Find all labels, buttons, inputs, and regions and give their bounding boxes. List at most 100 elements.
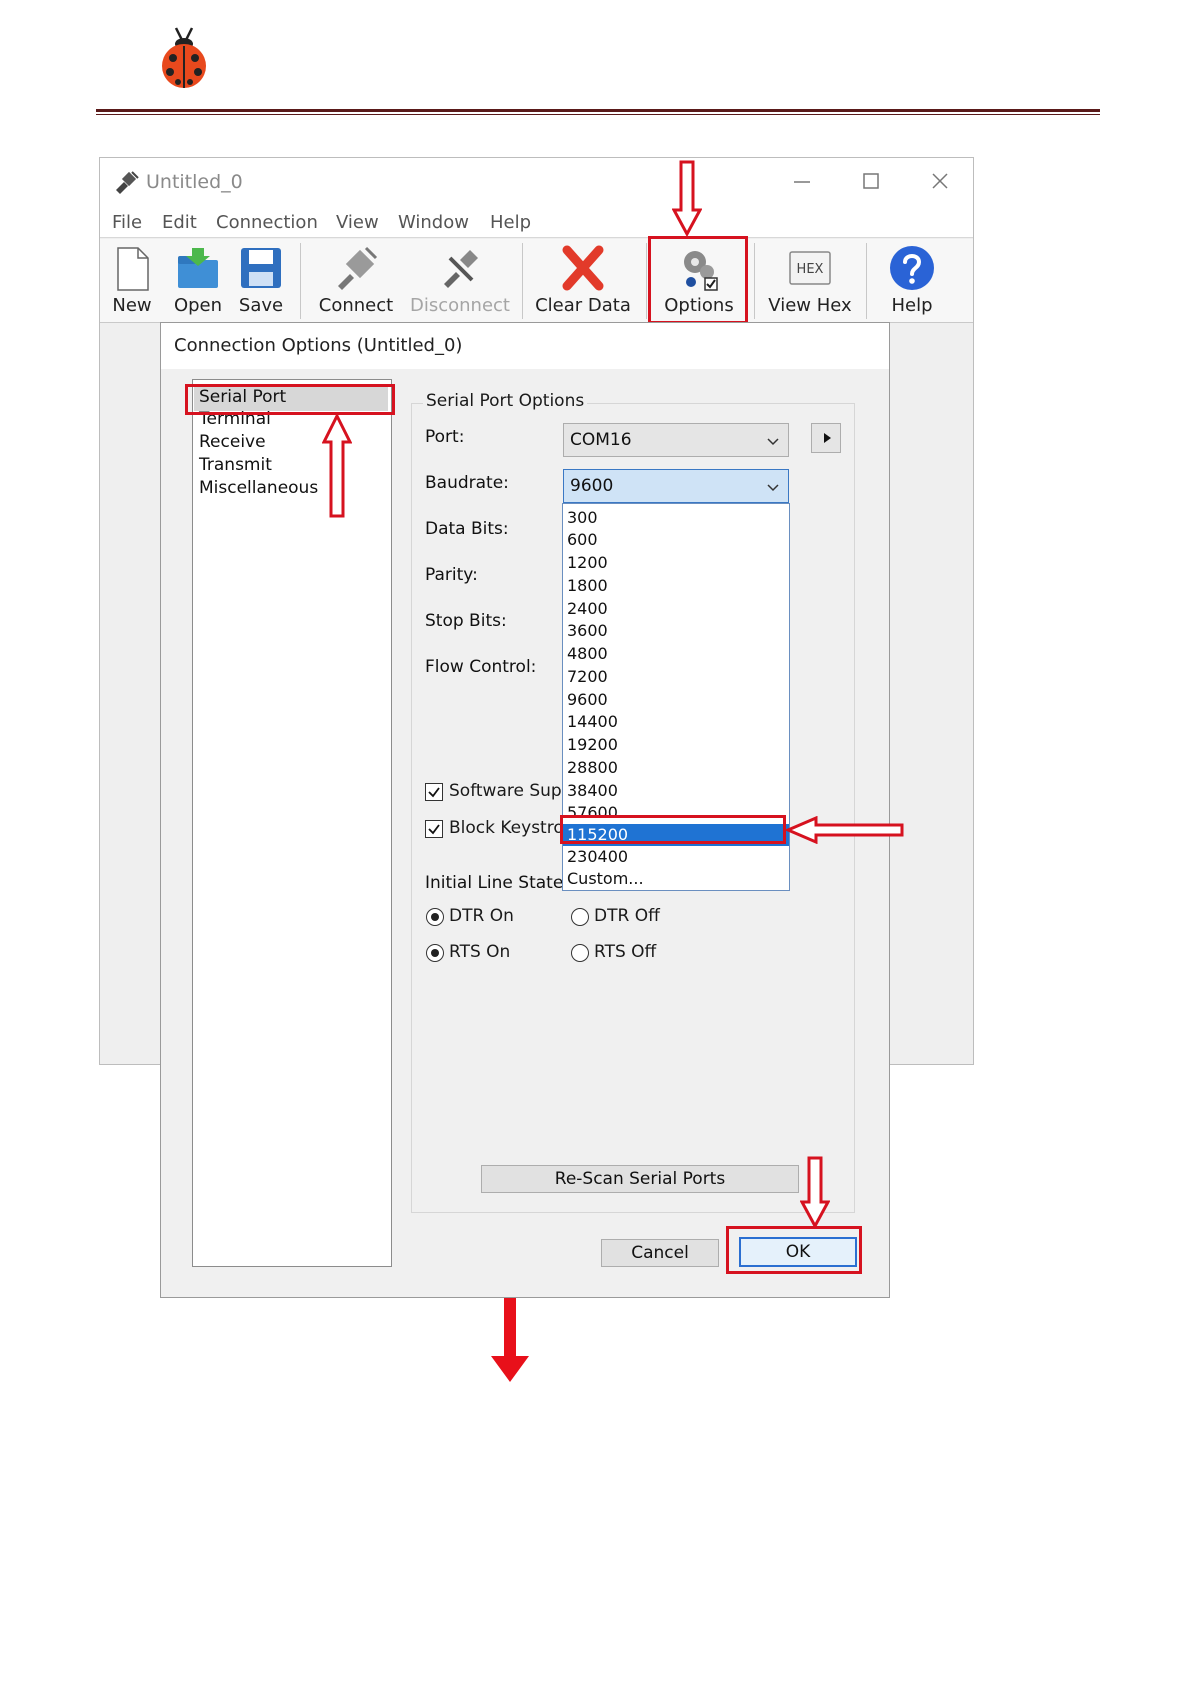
port-menu-button[interactable] bbox=[811, 423, 841, 453]
port-select[interactable]: COM16 bbox=[563, 423, 789, 457]
baud-option-custom[interactable]: Custom... bbox=[563, 868, 789, 890]
minimize-button[interactable] bbox=[780, 164, 824, 200]
new-button[interactable]: New bbox=[102, 239, 162, 323]
baud-option-28800[interactable]: 28800 bbox=[563, 757, 789, 779]
software-supply-label: Software Supp bbox=[449, 781, 573, 801]
options-arrow-icon bbox=[672, 160, 702, 236]
baud-115200-highlight-box bbox=[560, 815, 786, 844]
new-label: New bbox=[112, 295, 152, 316]
ladybug-logo bbox=[162, 27, 206, 88]
checkmark-icon bbox=[428, 787, 440, 798]
dtr-off-radio[interactable] bbox=[571, 908, 589, 926]
plug-app-icon bbox=[116, 171, 139, 194]
toolbar-separator bbox=[522, 243, 523, 319]
menu-help[interactable]: Help bbox=[490, 212, 531, 233]
rescan-serial-ports-button[interactable]: Re-Scan Serial Ports bbox=[481, 1165, 799, 1193]
baud-option-3600[interactable]: 3600 bbox=[563, 620, 789, 642]
help-question-icon bbox=[890, 246, 934, 290]
rts-on-radio[interactable] bbox=[426, 944, 444, 962]
hex-icon-text: HEX bbox=[797, 262, 824, 277]
rts-off-label: RTS Off bbox=[594, 942, 657, 962]
dtr-on-radio[interactable] bbox=[426, 908, 444, 926]
menu-window[interactable]: Window bbox=[398, 212, 469, 233]
view-hex-label: View Hex bbox=[768, 295, 852, 316]
dialog-title: Connection Options (Untitled_0) bbox=[174, 335, 463, 356]
dialog-titlebar[interactable]: Connection Options (Untitled_0) bbox=[161, 323, 889, 369]
baud-option-1800[interactable]: 1800 bbox=[563, 575, 789, 597]
chevron-down-icon bbox=[767, 438, 779, 446]
window-title: Untitled_0 bbox=[146, 171, 243, 193]
options-highlight-box bbox=[648, 236, 748, 324]
baud-option-38400[interactable]: 38400 bbox=[563, 780, 789, 802]
open-label: Open bbox=[173, 295, 223, 316]
baud-option-14400[interactable]: 14400 bbox=[563, 711, 789, 733]
baud-option-2400[interactable]: 2400 bbox=[563, 598, 789, 620]
clear-data-label: Clear Data bbox=[535, 295, 631, 316]
new-document-icon bbox=[117, 247, 149, 291]
baud-option-300[interactable]: 300 bbox=[563, 507, 789, 529]
header-rule bbox=[96, 109, 1100, 112]
port-value: COM16 bbox=[570, 430, 632, 450]
category-transmit[interactable]: Transmit bbox=[199, 455, 272, 475]
help-label: Help bbox=[891, 295, 933, 316]
open-folder-icon bbox=[178, 248, 218, 288]
baud-option-1200[interactable]: 1200 bbox=[563, 552, 789, 574]
header-rule-thin bbox=[96, 114, 1100, 115]
baudrate-select[interactable]: 9600 bbox=[563, 469, 789, 503]
open-button[interactable]: Open bbox=[164, 239, 232, 323]
data-bits-label: Data Bits: bbox=[425, 519, 509, 539]
baud-option-9600[interactable]: 9600 bbox=[563, 689, 789, 711]
rts-off-radio[interactable] bbox=[571, 944, 589, 962]
dtr-on-label: DTR On bbox=[449, 906, 514, 926]
view-hex-button[interactable]: HEX View Hex bbox=[760, 239, 860, 323]
block-keystrokes-checkbox[interactable] bbox=[425, 820, 443, 838]
chevron-down-icon bbox=[767, 484, 779, 492]
block-keystrokes-label: Block Keystro bbox=[449, 818, 564, 838]
baud-option-230400[interactable]: 230400 bbox=[563, 846, 789, 868]
window-titlebar[interactable]: Untitled_0 bbox=[100, 158, 973, 208]
initial-line-states-label: Initial Line States bbox=[425, 873, 573, 893]
port-label: Port: bbox=[425, 427, 465, 447]
serial-port-arrow-icon bbox=[322, 414, 352, 518]
dtr-off-label: DTR Off bbox=[594, 906, 660, 926]
save-label: Save bbox=[238, 295, 284, 316]
ok-arrow-icon bbox=[800, 1156, 830, 1228]
baud-115200-arrow-icon bbox=[786, 816, 904, 844]
connection-options-dialog: Connection Options (Untitled_0) Serial P… bbox=[160, 322, 890, 1298]
clear-data-button[interactable]: Clear Data bbox=[528, 239, 638, 323]
connect-button[interactable]: Connect bbox=[306, 239, 406, 323]
baud-option-600[interactable]: 600 bbox=[563, 529, 789, 551]
menu-view[interactable]: View bbox=[336, 212, 379, 233]
save-floppy-icon bbox=[241, 248, 281, 288]
baud-option-19200[interactable]: 19200 bbox=[563, 734, 789, 756]
ok-highlight-box bbox=[726, 1226, 862, 1274]
category-list: Serial Port Terminal Receive Transmit Mi… bbox=[192, 379, 392, 1267]
baudrate-value: 9600 bbox=[570, 476, 614, 496]
clear-red-x-icon bbox=[562, 245, 604, 291]
serial-port-highlight-box bbox=[185, 384, 395, 415]
plug-connect-icon bbox=[338, 246, 378, 290]
baud-option-7200[interactable]: 7200 bbox=[563, 666, 789, 688]
menu-connection[interactable]: Connection bbox=[216, 212, 318, 233]
plug-disconnect-icon bbox=[444, 250, 478, 288]
close-button[interactable] bbox=[918, 164, 962, 200]
connect-label: Connect bbox=[318, 295, 394, 316]
save-button[interactable]: Save bbox=[230, 239, 292, 323]
disconnect-button[interactable]: Disconnect bbox=[406, 239, 514, 323]
maximize-button[interactable] bbox=[849, 164, 893, 200]
flow-control-label: Flow Control: bbox=[425, 657, 537, 677]
checkmark-icon bbox=[428, 824, 440, 835]
toolbar-separator bbox=[646, 243, 647, 319]
category-miscellaneous[interactable]: Miscellaneous bbox=[199, 478, 318, 498]
parity-label: Parity: bbox=[425, 565, 478, 585]
stop-bits-label: Stop Bits: bbox=[425, 611, 507, 631]
menu-file[interactable]: File bbox=[112, 212, 142, 233]
software-supply-checkbox[interactable] bbox=[425, 783, 443, 801]
baud-option-4800[interactable]: 4800 bbox=[563, 643, 789, 665]
menu-edit[interactable]: Edit bbox=[162, 212, 197, 233]
disconnect-label: Disconnect bbox=[410, 295, 510, 316]
category-receive[interactable]: Receive bbox=[199, 432, 266, 452]
toolbar: New Open Save Connect Disconnect Clear D… bbox=[100, 239, 973, 323]
cancel-button[interactable]: Cancel bbox=[601, 1239, 719, 1267]
help-button[interactable]: Help bbox=[872, 239, 952, 323]
